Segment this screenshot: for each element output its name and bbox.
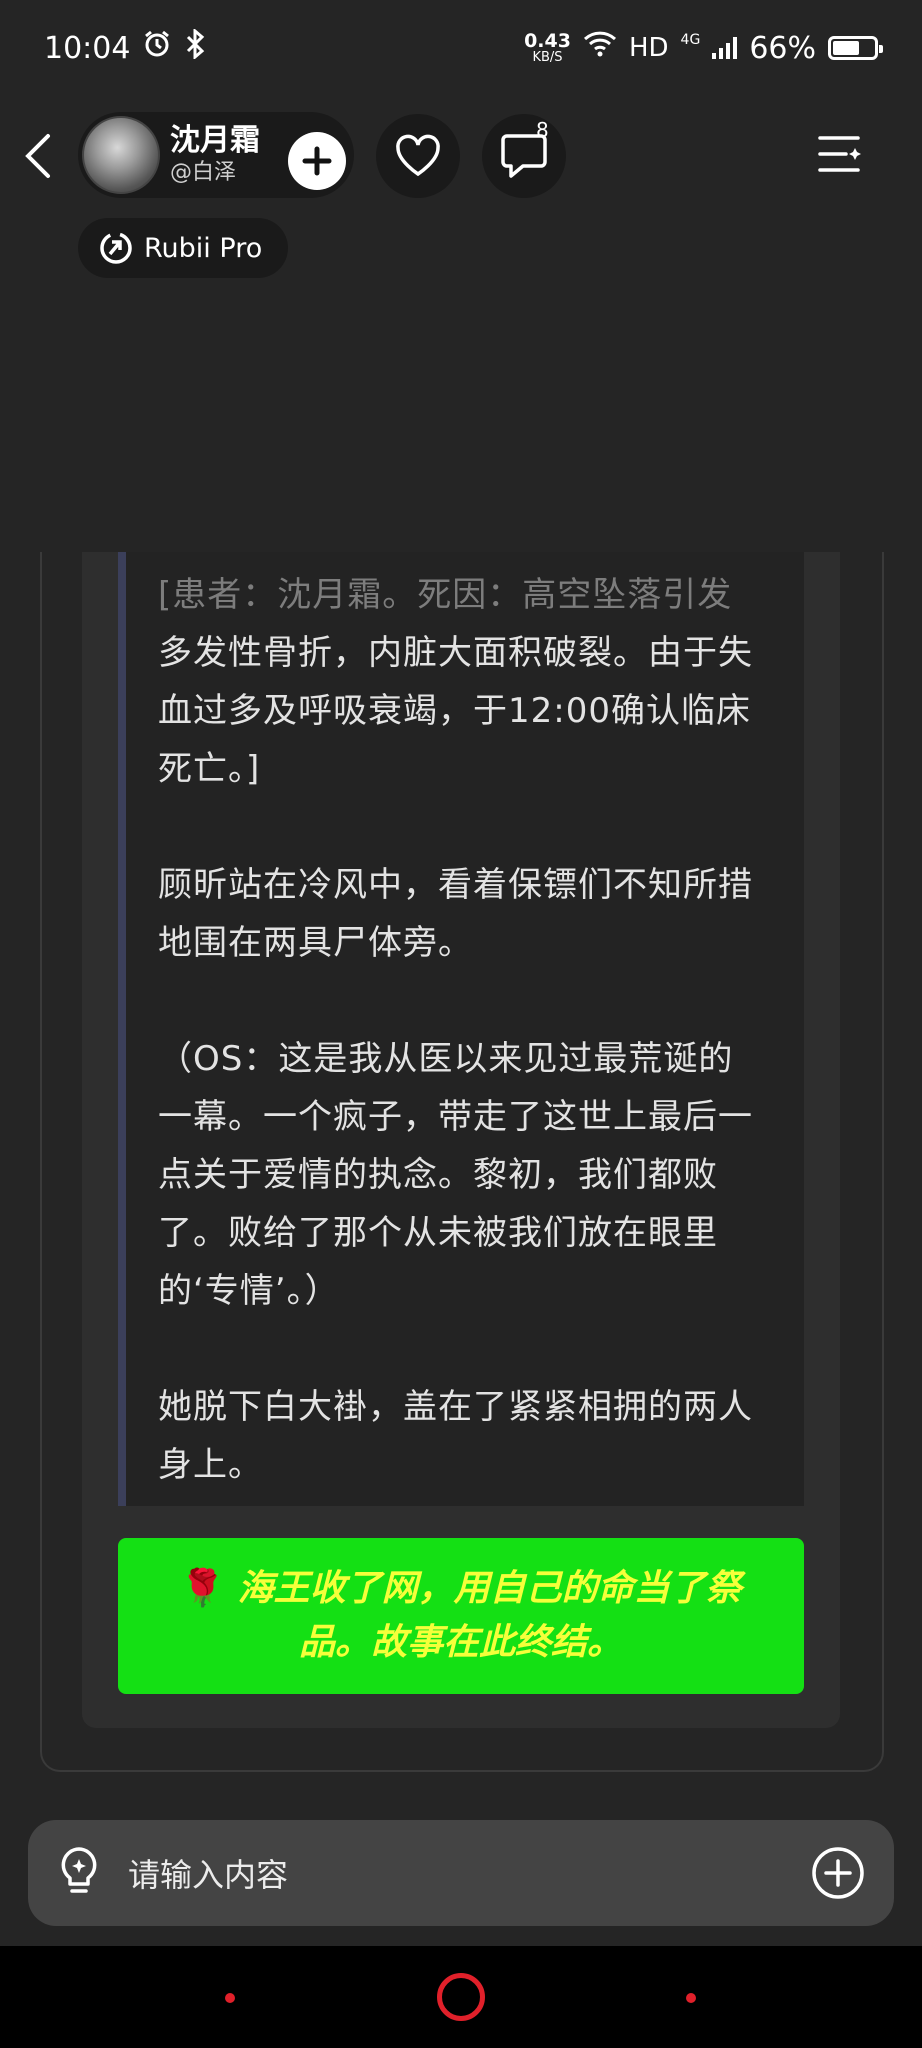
menu-button[interactable] [812,126,868,182]
comment-button[interactable] [482,114,566,198]
rose-icon: 🌹 [180,1568,226,1609]
battery-percent: 66% [749,30,816,66]
list-menu-icon [818,136,861,172]
message-paragraph: （OS：这是我从医以来见过最荒诞的一幕。一个疯子，带走了这世上最后一点关于爱情的… [158,1039,753,1311]
plus-icon [302,146,332,176]
nav-menu-button[interactable] [225,1993,235,2003]
message-paragraph: 她脱下白大褂，盖在了紧紧相拥的两人身上。 [158,1387,753,1485]
model-name: Rubii Pro [144,232,263,264]
profile-name: 沈月霜 [170,123,260,158]
net-speed: 0.43 KB/S [524,30,571,65]
model-badge[interactable]: Rubii Pro [78,218,288,278]
status-time: 10:04 [44,30,131,66]
story-message: [患者：沈月霜。死因：高空坠落引发多发性骨折，内脏大面积破裂。由于失血过多及呼吸… [118,552,804,1506]
follow-button[interactable] [288,132,346,190]
like-button[interactable] [376,114,460,198]
message-input[interactable]: 请输入内容 [128,1850,810,1896]
chevron-left-icon [25,134,50,178]
bluetooth-icon [184,27,208,67]
avatar[interactable] [82,116,160,194]
signal-icon [712,37,738,59]
back-button[interactable] [18,126,58,186]
alarm-icon [142,29,172,67]
ending-banner: 🌹 海王收了网，用自己的命当了祭品。故事在此终结。 [118,1538,804,1694]
message-paragraph: 顾昕站在冷风中，看着保镖们不知所措地围在两具尸体旁。 [158,865,753,963]
model-logo-icon [100,232,132,264]
cell-type: 4G [680,32,701,48]
status-bar: 10:04 0.43 KB/S HD 4G 66% [0,0,922,96]
nav-home-button[interactable] [437,1973,485,2021]
plus-circle-icon [812,1847,864,1899]
message-paragraph: [患者：沈月霜。死因：高空坠落引发多发性骨折，内脏大面积破裂。由于失血过多及呼吸… [158,575,753,789]
lightbulb-icon[interactable] [56,1845,102,1901]
comment-count: 8 [536,118,549,142]
wifi-icon [583,30,617,66]
profile-handle: @白泽 [170,160,237,185]
nav-back-button[interactable] [686,1993,696,2003]
battery-icon [828,36,883,60]
network-type: HD [628,33,669,63]
message-input-bar[interactable]: 请输入内容 [28,1820,894,1926]
ending-text: 海王收了网，用自己的命当了祭品。故事在此终结。 [237,1568,742,1663]
heart-icon [396,134,440,177]
add-attachment-button[interactable] [810,1845,866,1901]
